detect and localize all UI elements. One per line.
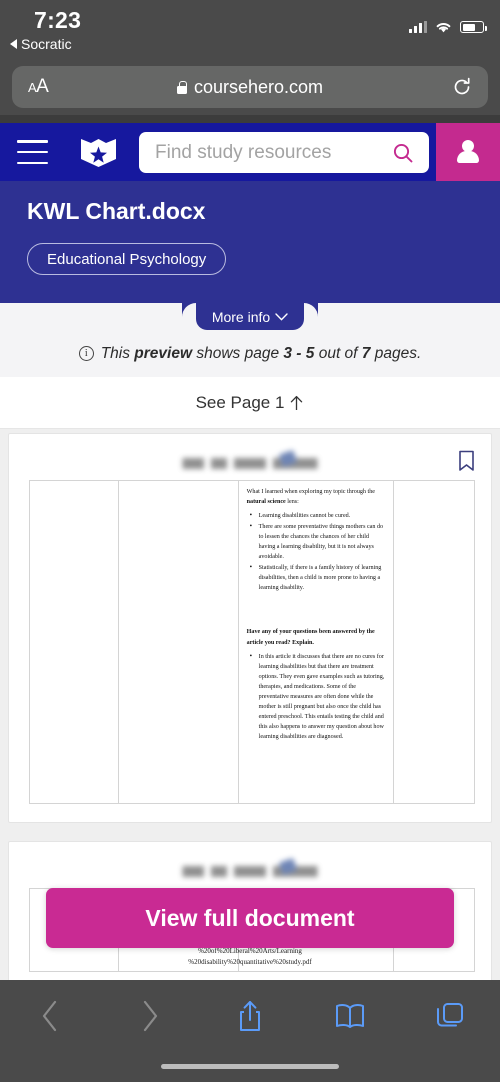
blurred-document-heading: [182, 866, 318, 877]
bookmarks-button[interactable]: [300, 1001, 400, 1031]
learned-intro: What I learned when exploring my topic t…: [246, 489, 375, 506]
url-fragment-line: %20disability%20quantitative%20study.pdf: [188, 957, 312, 966]
search-placeholder: Find study resources: [155, 141, 332, 163]
kwl-column-3: What I learned when exploring my topic t…: [239, 481, 395, 803]
chevron-down-icon: [275, 312, 288, 321]
list-item: There are some preventative things mothe…: [247, 521, 387, 562]
preview-notice-text: This preview shows page 3 - 5 out of 7 p…: [100, 344, 422, 362]
user-avatar-icon: [457, 140, 479, 164]
bookmark-icon: [458, 450, 474, 471]
kwl-column-4: [394, 481, 474, 803]
safari-bottom-toolbar: [0, 980, 500, 1082]
list-item: In this article it discusses that there …: [247, 651, 387, 742]
share-icon: [240, 1001, 260, 1031]
more-info-label: More info: [211, 308, 271, 325]
document-body-text: What I learned when exploring my topic t…: [247, 487, 387, 743]
info-icon: i: [78, 346, 94, 361]
back-to-app-link[interactable]: Socratic: [10, 36, 72, 52]
tabs-icon: [437, 1003, 463, 1027]
see-page-label: See Page 1: [195, 392, 285, 412]
page-title: KWL Chart.docx: [27, 198, 206, 224]
search-icon[interactable]: [391, 141, 415, 165]
view-full-document-button[interactable]: View full document: [46, 888, 454, 948]
preview-notice: i This preview shows page 3 - 5 out of 7…: [0, 330, 500, 377]
tab-notch-right: [304, 303, 318, 317]
triangle-left-icon: [10, 39, 17, 49]
back-to-app-label: Socratic: [21, 36, 72, 52]
see-page-1-link[interactable]: See Page 1: [0, 377, 500, 429]
cellular-signal-icon: [409, 21, 427, 33]
safari-browser-window: 7:23 Socratic AA coursehero.com Find stu…: [0, 0, 500, 1082]
kwl-column-2: [119, 481, 239, 803]
browser-back-button[interactable]: [0, 999, 100, 1033]
text-size-button[interactable]: AA: [28, 76, 49, 98]
more-info-row: More info: [0, 303, 500, 330]
bookmark-button[interactable]: [451, 446, 481, 476]
list-item: Learning disabilities cannot be cured.: [247, 510, 387, 522]
document-page-card[interactable]: What I learned when exploring my topic t…: [8, 433, 492, 823]
site-navigation-bar: Find study resources: [0, 123, 500, 181]
chevron-left-icon: [42, 1000, 57, 1032]
account-button[interactable]: [436, 123, 500, 181]
coursehero-shield-star-logo[interactable]: [79, 137, 118, 169]
lock-icon: [176, 80, 187, 94]
battery-icon: [460, 21, 487, 33]
url-text: coursehero.com: [193, 76, 324, 97]
questions-bullet-list: In this article it discusses that there …: [247, 651, 387, 742]
url-display: coursehero.com: [12, 77, 488, 98]
course-tag-chip[interactable]: Educational Psychology: [27, 243, 227, 275]
tab-notch-left: [182, 303, 196, 317]
chevron-right-icon: [143, 1000, 158, 1032]
learned-bullet-list: Learning disabilities cannot be cured. T…: [247, 510, 387, 593]
share-button[interactable]: [200, 999, 300, 1033]
book-icon: [336, 1004, 364, 1028]
status-bar-clock: 7:23: [34, 7, 82, 33]
questions-section: Have any of your questions been answered…: [247, 627, 387, 742]
address-bar[interactable]: AA coursehero.com: [12, 66, 488, 108]
ios-status-bar: 7:23 Socratic: [0, 0, 500, 62]
reload-icon[interactable]: [452, 77, 472, 97]
tabs-button[interactable]: [400, 1001, 500, 1031]
list-item: Statistically, if there is a family hist…: [247, 562, 387, 593]
arrow-up-icon: [291, 395, 303, 410]
questions-heading: Have any of your questions been answered…: [246, 629, 375, 646]
document-url-fragment: %20of%20Liberal%20Arts/Learning %20disab…: [155, 946, 345, 967]
hamburger-menu-icon[interactable]: [17, 140, 48, 164]
blurred-document-heading: [182, 458, 318, 469]
document-header: KWL Chart.docx Educational Psychology: [0, 181, 500, 303]
more-info-toggle[interactable]: More info: [196, 303, 304, 330]
browser-forward-button[interactable]: [100, 999, 200, 1033]
status-bar-indicators: [409, 20, 487, 34]
search-input[interactable]: Find study resources: [139, 132, 429, 173]
kwl-column-1: [30, 481, 119, 803]
kwl-table: What I learned when exploring my topic t…: [29, 480, 475, 804]
safari-url-bar-area: AA coursehero.com: [0, 62, 500, 115]
wifi-icon: [436, 23, 451, 33]
home-indicator: [161, 1064, 339, 1069]
